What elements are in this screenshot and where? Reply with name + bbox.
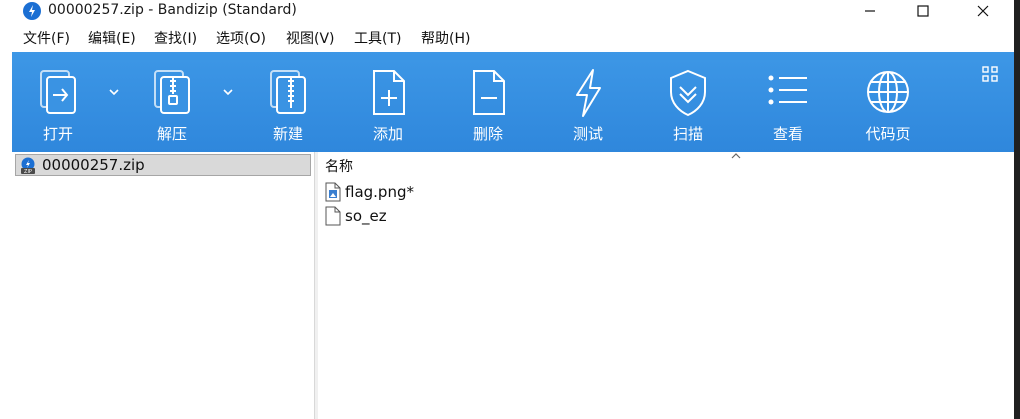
file-row[interactable]: flag.png* <box>325 181 725 203</box>
new-archive-icon <box>270 70 306 114</box>
maximize-button[interactable] <box>900 0 946 22</box>
menu-view[interactable]: 视图(V) <box>286 31 335 48</box>
menu-file[interactable]: 文件(F) <box>23 31 70 48</box>
test-button[interactable]: 测试 <box>548 52 628 152</box>
column-header-name[interactable]: 名称 <box>318 152 1004 178</box>
shield-icon <box>670 69 706 117</box>
bandizip-window: 00000257.zip - Bandizip (Standard) 文件(F)… <box>0 0 1014 419</box>
open-dropdown-arrow-icon[interactable] <box>108 87 120 97</box>
view-button[interactable]: 查看 <box>748 52 828 152</box>
new-archive-button[interactable]: 新建 <box>248 52 328 152</box>
extract-dropdown-arrow-icon[interactable] <box>222 87 234 97</box>
menu-bar: 文件(F) 编辑(E) 查找(I) 选项(O) 视图(V) 工具(T) 帮助(H… <box>0 27 1014 52</box>
zip-archive-icon: ZIP <box>21 157 35 174</box>
delete-label: 删除 <box>472 125 503 143</box>
extract-button[interactable]: 解压 <box>132 52 212 152</box>
folder-tree-pane: ZIP 00000257.zip <box>12 152 315 419</box>
menu-help[interactable]: 帮助(H) <box>421 31 470 48</box>
scrollbar-track[interactable] <box>1004 152 1014 419</box>
image-file-icon <box>325 182 341 202</box>
open-button[interactable]: 打开 <box>18 52 98 152</box>
menu-find[interactable]: 查找(I) <box>154 31 197 48</box>
list-view-icon <box>768 75 807 105</box>
toolbar: 打开 解压 新建 添加 删除 测试 扫描 查看 代码页 <box>12 52 1014 152</box>
delete-button[interactable]: 删除 <box>448 52 528 152</box>
file-icon <box>325 206 341 226</box>
test-label: 测试 <box>572 125 603 143</box>
add-label: 添加 <box>372 125 403 143</box>
file-name: so_ez <box>345 207 387 225</box>
bandizip-logo-icon <box>23 2 41 20</box>
title-bar: 00000257.zip - Bandizip (Standard) <box>0 0 1014 27</box>
tree-item-label: 00000257.zip <box>42 156 145 174</box>
view-label: 查看 <box>772 125 803 143</box>
delete-file-icon <box>473 70 505 115</box>
file-list-pane: 名称 flag.png* so_ez <box>318 152 1004 419</box>
menu-options[interactable]: 选项(O) <box>216 31 266 48</box>
minimize-button[interactable] <box>847 0 893 22</box>
layout-grid-icon[interactable] <box>982 66 998 82</box>
file-name: flag.png* <box>345 183 414 201</box>
add-button[interactable]: 添加 <box>348 52 428 152</box>
column-name-label: 名称 <box>325 159 353 175</box>
window-title: 00000257.zip - Bandizip (Standard) <box>48 2 297 18</box>
file-row[interactable]: so_ez <box>325 205 725 227</box>
extract-icon <box>154 70 190 114</box>
scan-button[interactable]: 扫描 <box>648 52 728 152</box>
menu-tools[interactable]: 工具(T) <box>354 31 401 48</box>
scan-label: 扫描 <box>672 125 703 143</box>
svg-text:ZIP: ZIP <box>24 169 32 174</box>
codepage-label: 代码页 <box>865 125 911 143</box>
codepage-button[interactable]: 代码页 <box>848 52 928 152</box>
add-file-icon <box>373 70 405 115</box>
sort-ascending-icon <box>731 153 741 159</box>
lightning-icon <box>576 69 601 117</box>
tree-item-archive[interactable]: ZIP 00000257.zip <box>15 154 311 176</box>
desktop-background <box>1014 0 1020 419</box>
menu-edit[interactable]: 编辑(E) <box>88 31 136 48</box>
open-icon <box>40 70 76 114</box>
new-archive-label: 新建 <box>272 125 303 143</box>
globe-icon <box>867 71 909 113</box>
close-button[interactable] <box>960 0 1006 22</box>
extract-label: 解压 <box>156 125 187 143</box>
open-label: 打开 <box>42 125 73 143</box>
